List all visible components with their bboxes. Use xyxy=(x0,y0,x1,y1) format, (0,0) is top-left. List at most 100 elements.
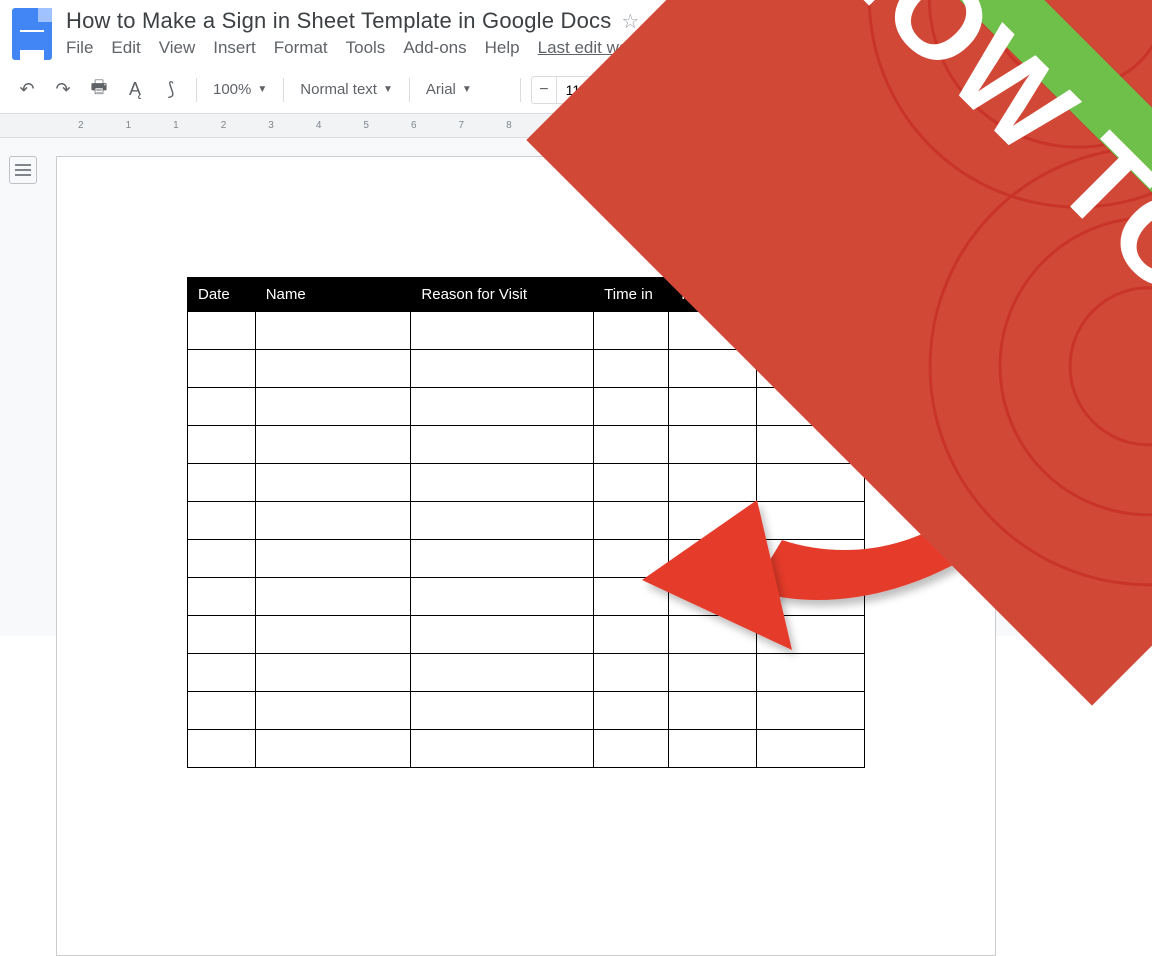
print-icon[interactable]: 🖶 xyxy=(84,75,114,105)
outline-icon[interactable] xyxy=(9,156,37,184)
ruler-tick: 2 xyxy=(221,120,227,131)
table-row[interactable] xyxy=(188,502,865,540)
table-cell[interactable] xyxy=(188,350,256,388)
table-cell[interactable] xyxy=(411,692,594,730)
ruler-tick: 8 xyxy=(506,120,512,131)
table-cell[interactable] xyxy=(668,388,756,426)
table-cell[interactable] xyxy=(255,426,411,464)
table-cell[interactable] xyxy=(411,540,594,578)
th-timein[interactable]: Time in xyxy=(594,278,668,312)
table-cell[interactable] xyxy=(756,502,864,540)
table-cell[interactable] xyxy=(188,540,256,578)
paragraph-style-dropdown[interactable]: Normal text▼ xyxy=(294,75,399,105)
table-cell[interactable] xyxy=(594,426,668,464)
table-cell[interactable] xyxy=(411,350,594,388)
menu-insert[interactable]: Insert xyxy=(213,38,256,58)
menu-format[interactable]: Format xyxy=(274,38,328,58)
table-cell[interactable] xyxy=(188,388,256,426)
table-cell[interactable] xyxy=(668,426,756,464)
table-cell[interactable] xyxy=(756,730,864,768)
table-cell[interactable] xyxy=(255,312,411,350)
table-cell[interactable] xyxy=(255,540,411,578)
table-cell[interactable] xyxy=(668,578,756,616)
menu-addons[interactable]: Add-ons xyxy=(403,38,466,58)
undo-icon[interactable]: ↶ xyxy=(12,75,42,105)
table-cell[interactable] xyxy=(668,692,756,730)
table-cell[interactable] xyxy=(188,426,256,464)
table-cell[interactable] xyxy=(594,350,668,388)
ruler-tick: 3 xyxy=(268,120,274,131)
menu-file[interactable]: File xyxy=(66,38,93,58)
zoom-value: 100% xyxy=(213,81,251,98)
table-cell[interactable] xyxy=(411,578,594,616)
menu-tools[interactable]: Tools xyxy=(346,38,386,58)
table-row[interactable] xyxy=(188,464,865,502)
spellcheck-icon[interactable]: Ą xyxy=(120,75,150,105)
table-row[interactable] xyxy=(188,654,865,692)
table-cell[interactable] xyxy=(188,578,256,616)
table-cell[interactable] xyxy=(411,464,594,502)
table-cell[interactable] xyxy=(188,654,256,692)
table-cell[interactable] xyxy=(756,654,864,692)
table-row[interactable] xyxy=(188,578,865,616)
table-cell[interactable] xyxy=(411,426,594,464)
table-cell[interactable] xyxy=(594,730,668,768)
table-cell[interactable] xyxy=(756,464,864,502)
table-cell[interactable] xyxy=(188,464,256,502)
menu-view[interactable]: View xyxy=(159,38,196,58)
table-cell[interactable] xyxy=(594,502,668,540)
table-cell[interactable] xyxy=(255,692,411,730)
table-cell[interactable] xyxy=(255,654,411,692)
table-cell[interactable] xyxy=(411,388,594,426)
table-row[interactable] xyxy=(188,388,865,426)
table-cell[interactable] xyxy=(756,540,864,578)
th-date[interactable]: Date xyxy=(188,278,256,312)
table-cell[interactable] xyxy=(255,730,411,768)
paint-format-icon[interactable]: ⟆ xyxy=(156,75,186,105)
table-cell[interactable] xyxy=(411,654,594,692)
table-cell[interactable] xyxy=(594,692,668,730)
ruler-tick: 5 xyxy=(363,120,369,131)
chevron-down-icon: ▼ xyxy=(257,84,267,95)
ruler-tick: 1 xyxy=(173,120,179,131)
table-cell[interactable] xyxy=(668,464,756,502)
decrease-font-button[interactable]: − xyxy=(532,81,556,99)
table-cell[interactable] xyxy=(594,578,668,616)
table-row[interactable] xyxy=(188,692,865,730)
menu-edit[interactable]: Edit xyxy=(111,38,140,58)
table-cell[interactable] xyxy=(255,502,411,540)
table-cell[interactable] xyxy=(594,540,668,578)
table-cell[interactable] xyxy=(188,502,256,540)
redo-icon[interactable]: ↷ xyxy=(48,75,78,105)
table-cell[interactable] xyxy=(255,464,411,502)
table-cell[interactable] xyxy=(188,692,256,730)
zoom-dropdown[interactable]: 100% ▼ xyxy=(207,75,273,105)
table-cell[interactable] xyxy=(255,388,411,426)
table-cell[interactable] xyxy=(411,730,594,768)
table-cell[interactable] xyxy=(188,730,256,768)
document-title[interactable]: How to Make a Sign in Sheet Template in … xyxy=(66,8,611,34)
table-cell[interactable] xyxy=(411,502,594,540)
th-name[interactable]: Name xyxy=(255,278,411,312)
table-cell[interactable] xyxy=(668,502,756,540)
table-cell[interactable] xyxy=(594,312,668,350)
table-cell[interactable] xyxy=(756,692,864,730)
table-cell[interactable] xyxy=(411,312,594,350)
table-cell[interactable] xyxy=(255,350,411,388)
menu-help[interactable]: Help xyxy=(485,38,520,58)
table-row[interactable] xyxy=(188,426,865,464)
table-cell[interactable] xyxy=(594,654,668,692)
th-reason[interactable]: Reason for Visit xyxy=(411,278,594,312)
table-cell[interactable] xyxy=(668,540,756,578)
table-cell[interactable] xyxy=(594,388,668,426)
table-cell[interactable] xyxy=(594,464,668,502)
docs-logo-icon[interactable] xyxy=(12,8,52,60)
table-row[interactable] xyxy=(188,730,865,768)
table-cell[interactable] xyxy=(756,578,864,616)
font-dropdown[interactable]: Arial▼ xyxy=(420,75,510,105)
table-row[interactable] xyxy=(188,540,865,578)
table-cell[interactable] xyxy=(668,654,756,692)
table-cell[interactable] xyxy=(188,312,256,350)
table-cell[interactable] xyxy=(668,730,756,768)
table-cell[interactable] xyxy=(255,578,411,616)
